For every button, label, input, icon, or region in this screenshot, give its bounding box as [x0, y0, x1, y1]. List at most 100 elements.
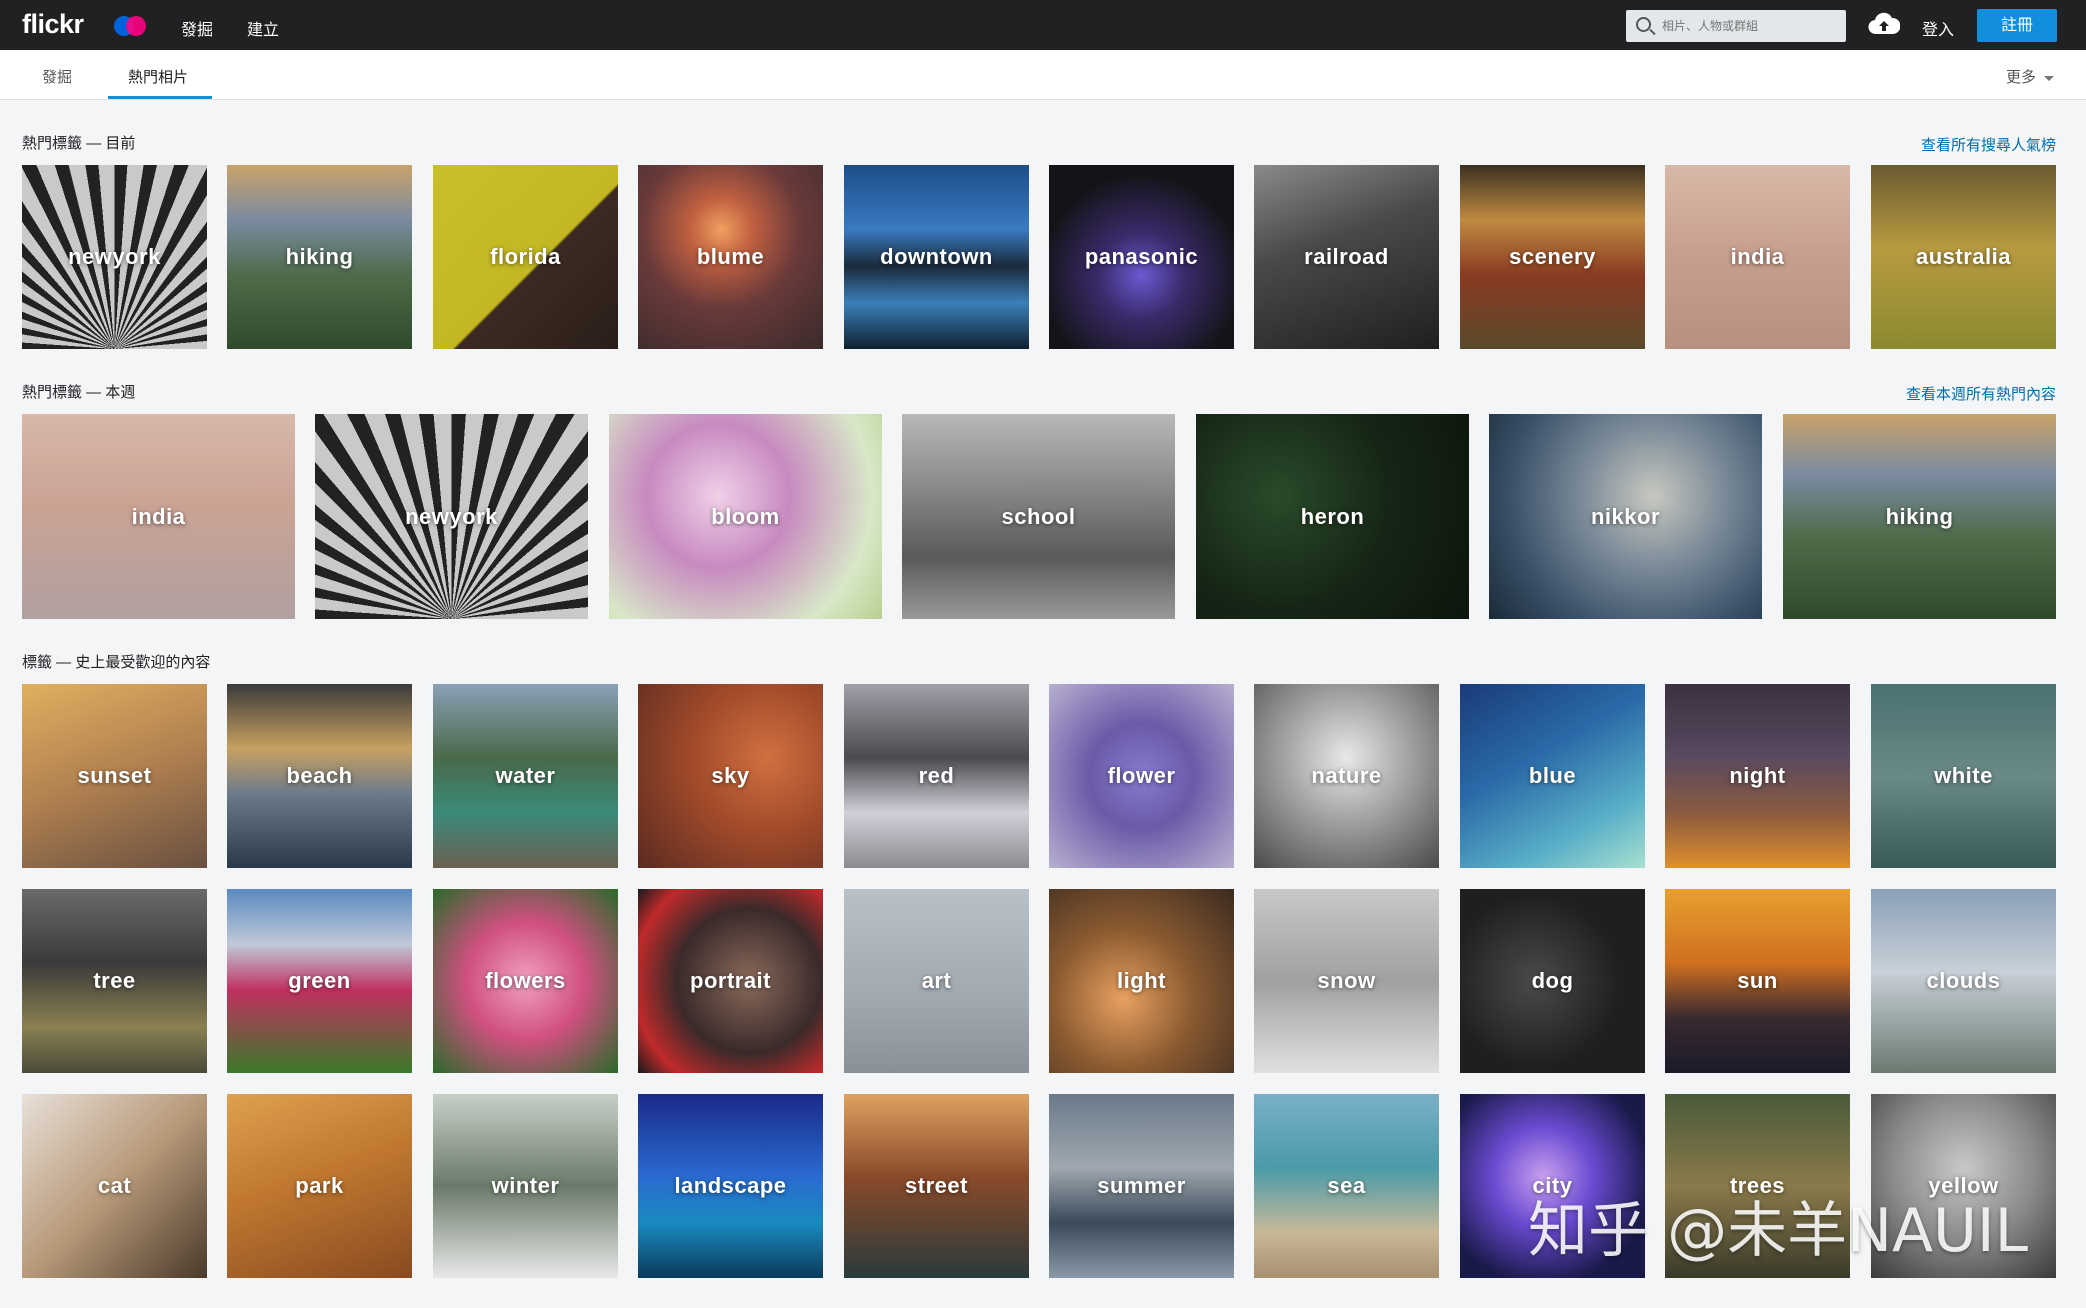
- now-tile-railroad[interactable]: railroad: [1254, 165, 1439, 349]
- tag-label: hiking: [285, 244, 354, 269]
- tag-label: railroad: [1304, 244, 1389, 269]
- tag-label: winter: [491, 1173, 560, 1198]
- signup-button[interactable]: 註冊: [1977, 9, 2057, 42]
- tag-label: red: [918, 763, 955, 788]
- now-tile-newyork[interactable]: newyork: [22, 165, 207, 349]
- alltime-tile-flower[interactable]: flower: [1049, 684, 1234, 868]
- alltime-tile-winter[interactable]: winter: [433, 1094, 618, 1278]
- tag-label: flower: [1107, 763, 1176, 788]
- alltime-tile-art[interactable]: art: [844, 889, 1029, 1073]
- flickr-logo[interactable]: flickr: [22, 9, 84, 40]
- tag-label: newyork: [68, 244, 161, 269]
- now-tile-hiking[interactable]: hiking: [227, 165, 412, 349]
- tag-label: dog: [1531, 968, 1574, 993]
- alltime-tile-cat[interactable]: cat: [22, 1094, 207, 1278]
- alltime-tile-sunset[interactable]: sunset: [22, 684, 207, 868]
- now-tile-australia[interactable]: australia: [1871, 165, 2056, 349]
- now-tile-scenery[interactable]: scenery: [1460, 165, 1645, 349]
- alltime-tile-tree[interactable]: tree: [22, 889, 207, 1073]
- tag-label: india: [1730, 244, 1785, 269]
- tag-label: summer: [1097, 1173, 1186, 1198]
- active-tab-indicator: [108, 96, 212, 99]
- more-menu[interactable]: 更多: [2006, 66, 2055, 87]
- now-tile-downtown[interactable]: downtown: [844, 165, 1029, 349]
- alltime-tile-water[interactable]: water: [433, 684, 618, 868]
- tag-label: florida: [490, 244, 561, 269]
- now-tile-india[interactable]: india: [1665, 165, 1850, 349]
- tag-label: hiking: [1885, 503, 1954, 529]
- tag-label: water: [495, 763, 556, 788]
- tag-label: green: [288, 968, 351, 993]
- alltime-tile-beach[interactable]: beach: [227, 684, 412, 868]
- alltime-tile-sun[interactable]: sun: [1665, 889, 1850, 1073]
- view-all-week-trending-link[interactable]: 查看本週所有熱門內容: [1906, 383, 2056, 404]
- tag-label: cat: [97, 1173, 132, 1198]
- alltime-tile-clouds[interactable]: clouds: [1871, 889, 2056, 1073]
- tag-label: school: [1001, 503, 1076, 529]
- tag-label: australia: [1916, 244, 2011, 269]
- top-nav-bar: flickr 發掘 建立 登入 註冊: [0, 0, 2086, 50]
- view-all-search-trends-link[interactable]: 查看所有搜尋人氣榜: [1921, 134, 2056, 155]
- tag-label: blue: [1528, 763, 1577, 788]
- alltime-tile-red[interactable]: red: [844, 684, 1029, 868]
- tag-label: clouds: [1926, 968, 2001, 993]
- tag-label: art: [921, 968, 952, 993]
- nav-create[interactable]: 建立: [247, 16, 279, 40]
- tag-label: night: [1729, 763, 1786, 788]
- tag-label: heron: [1300, 503, 1365, 529]
- alltime-tile-street[interactable]: street: [844, 1094, 1029, 1278]
- alltime-tile-green[interactable]: green: [227, 889, 412, 1073]
- tag-label: street: [905, 1173, 968, 1198]
- tag-label: bloom: [711, 503, 780, 529]
- now-tile-florida[interactable]: florida: [433, 165, 618, 349]
- signin-link[interactable]: 登入: [1922, 16, 1954, 40]
- alltime-tile-dog[interactable]: dog: [1460, 889, 1645, 1073]
- tag-label: india: [131, 503, 186, 529]
- tag-label: sea: [1327, 1173, 1366, 1198]
- alltime-tile-portrait[interactable]: portrait: [638, 889, 823, 1073]
- search-box[interactable]: [1626, 10, 1846, 42]
- tag-label: snow: [1317, 968, 1376, 993]
- tag-label: light: [1117, 968, 1166, 993]
- alltime-tile-flowers[interactable]: flowers: [433, 889, 618, 1073]
- tag-label: downtown: [880, 244, 993, 269]
- week-tile-nikkor[interactable]: nikkor: [1489, 414, 1762, 619]
- alltime-tile-snow[interactable]: snow: [1254, 889, 1439, 1073]
- tag-label: portrait: [690, 968, 771, 993]
- upload-cloud-icon[interactable]: [1868, 12, 1901, 36]
- section-title-alltime: 標籤 — 史上最受歡迎的內容: [22, 654, 211, 671]
- more-label: 更多: [2006, 69, 2037, 86]
- tag-label: panasonic: [1084, 244, 1199, 269]
- alltime-tile-night[interactable]: night: [1665, 684, 1850, 868]
- week-tile-newyork[interactable]: newyork: [315, 414, 588, 619]
- tag-label: sunset: [77, 763, 152, 788]
- search-input[interactable]: [1662, 10, 1842, 42]
- alltime-tile-nature[interactable]: nature: [1254, 684, 1439, 868]
- tag-label: sky: [711, 763, 750, 788]
- tag-label: sun: [1737, 968, 1778, 993]
- tag-label: flowers: [485, 968, 566, 993]
- tag-label: tree: [93, 968, 136, 993]
- week-tile-india[interactable]: india: [22, 414, 295, 619]
- tag-label: park: [295, 1173, 344, 1198]
- week-tile-hiking[interactable]: hiking: [1783, 414, 2056, 619]
- alltime-tile-landscape[interactable]: landscape: [638, 1094, 823, 1278]
- now-tile-panasonic[interactable]: panasonic: [1049, 165, 1234, 349]
- flickr-dots-icon: [114, 14, 148, 36]
- alltime-tile-sea[interactable]: sea: [1254, 1094, 1439, 1278]
- tag-label: landscape: [674, 1173, 787, 1198]
- alltime-tile-light[interactable]: light: [1049, 889, 1234, 1073]
- nav-explore[interactable]: 發掘: [181, 16, 213, 40]
- week-tile-heron[interactable]: heron: [1196, 414, 1469, 619]
- tab-trending[interactable]: 熱門相片: [128, 66, 188, 87]
- alltime-tile-park[interactable]: park: [227, 1094, 412, 1278]
- alltime-tile-white[interactable]: white: [1871, 684, 2056, 868]
- alltime-tile-blue[interactable]: blue: [1460, 684, 1645, 868]
- tab-explore[interactable]: 發掘: [42, 66, 72, 87]
- alltime-tile-summer[interactable]: summer: [1049, 1094, 1234, 1278]
- alltime-tile-sky[interactable]: sky: [638, 684, 823, 868]
- now-tile-blume[interactable]: blume: [638, 165, 823, 349]
- tag-label: beach: [286, 763, 353, 788]
- week-tile-school[interactable]: school: [902, 414, 1175, 619]
- week-tile-bloom[interactable]: bloom: [609, 414, 882, 619]
